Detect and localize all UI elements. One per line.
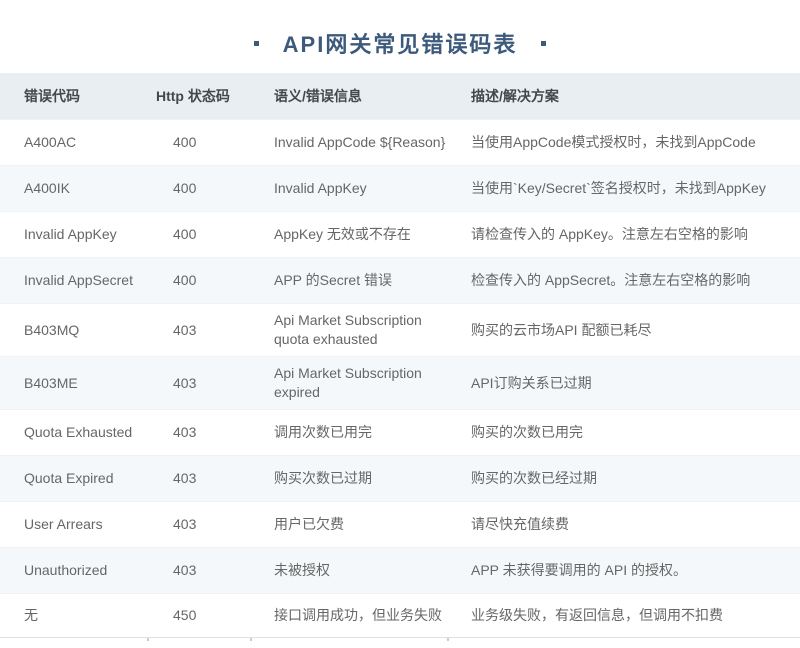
cell-message: 调用次数已用完 xyxy=(250,423,447,442)
table-row: 无 450 接口调用成功，但业务失败 业务级失败，有返回信息，但调用不扣费 xyxy=(0,593,800,638)
column-header-http-status: Http 状态码 xyxy=(147,87,250,106)
cell-message: Api Market Subscription quota exhausted xyxy=(250,311,447,349)
cell-error-code: 无 xyxy=(0,606,147,625)
cell-http-status: 400 xyxy=(147,179,250,198)
cell-error-code: A400IK xyxy=(0,179,147,198)
table-row: Unauthorized 403 未被授权 APP 未获得要调用的 API 的授… xyxy=(0,547,800,593)
cell-description: 当使用`Key/Secret`签名授权时，未找到AppKey xyxy=(447,179,800,198)
table-row: Invalid AppSecret 400 APP 的Secret 错误 检查传… xyxy=(0,257,800,303)
cell-error-code: B403MQ xyxy=(0,321,147,340)
cell-description: 购买的云市场API 配额已耗尽 xyxy=(447,321,800,340)
cell-description: 购买的次数已用完 xyxy=(447,423,800,442)
cell-error-code: A400AC xyxy=(0,133,147,152)
cell-http-status: 400 xyxy=(147,271,250,290)
error-code-table: 错误代码 Http 状态码 语义/错误信息 描述/解决方案 A400AC 400… xyxy=(0,73,800,647)
column-header-description: 描述/解决方案 xyxy=(447,87,800,106)
cell-message: AppKey 无效或不存在 xyxy=(250,225,447,244)
column-divider xyxy=(147,638,149,641)
cell-http-status: 403 xyxy=(147,469,250,488)
table-row: B403MQ 403 Api Market Subscription quota… xyxy=(0,303,800,356)
cell-description: 请检查传入的 AppKey。注意左右空格的影响 xyxy=(447,225,800,244)
cell-error-code: Quota Expired xyxy=(0,469,147,488)
cell-error-code: Quota Exhausted xyxy=(0,423,147,442)
cell-description: 当使用AppCode模式授权时，未找到AppCode xyxy=(447,133,800,152)
cell-error-code: B403ME xyxy=(0,374,147,393)
cell-description: 业务级失败，有返回信息，但调用不扣费 xyxy=(447,606,800,625)
cell-http-status: 400 xyxy=(147,133,250,152)
title-dot-right xyxy=(541,41,546,46)
cell-message: 购买次数已过期 xyxy=(250,469,447,488)
cell-error-code: User Arrears xyxy=(0,515,147,534)
column-header-message: 语义/错误信息 xyxy=(250,87,447,106)
cell-message: 未被授权 xyxy=(250,561,447,580)
page-title: API网关常见错误码表 xyxy=(283,27,518,59)
title-dot-left xyxy=(254,41,259,46)
table-row: Invalid AppKey 400 AppKey 无效或不存在 请检查传入的 … xyxy=(0,211,800,257)
cell-message: APP 的Secret 错误 xyxy=(250,271,447,290)
cell-description: API订购关系已过期 xyxy=(447,374,800,393)
table-row: B403ME 403 Api Market Subscription expir… xyxy=(0,356,800,409)
cell-http-status: 403 xyxy=(147,374,250,393)
cell-http-status: 450 xyxy=(147,606,250,625)
cell-message: 用户已欠费 xyxy=(250,515,447,534)
cell-description: 检查传入的 AppSecret。注意左右空格的影响 xyxy=(447,271,800,290)
cell-http-status: 403 xyxy=(147,561,250,580)
cell-http-status: 403 xyxy=(147,321,250,340)
page-title-bar: API网关常见错误码表 xyxy=(0,0,800,55)
column-divider xyxy=(250,638,252,641)
cell-http-status: 400 xyxy=(147,225,250,244)
table-row: A400IK 400 Invalid AppKey 当使用`Key/Secret… xyxy=(0,165,800,211)
cell-message: 接口调用成功，但业务失败 xyxy=(250,606,447,625)
cell-message: Api Market Subscription expired xyxy=(250,364,447,402)
cell-description: 请尽快充值续费 xyxy=(447,515,800,534)
table-row: Quota Expired 403 购买次数已过期 购买的次数已经过期 xyxy=(0,455,800,501)
cell-message: Invalid AppKey xyxy=(250,179,447,198)
cell-description: APP 未获得要调用的 API 的授权。 xyxy=(447,561,800,580)
cell-error-code: Invalid AppKey xyxy=(0,225,147,244)
cell-message: Invalid AppCode ${Reason} xyxy=(250,133,447,152)
table-body: A400AC 400 Invalid AppCode ${Reason} 当使用… xyxy=(0,119,800,638)
cutoff-next-row xyxy=(0,638,800,647)
table-row: Quota Exhausted 403 调用次数已用完 购买的次数已用完 xyxy=(0,409,800,455)
table-header-row: 错误代码 Http 状态码 语义/错误信息 描述/解决方案 xyxy=(0,73,800,119)
cell-http-status: 403 xyxy=(147,423,250,442)
cell-description: 购买的次数已经过期 xyxy=(447,469,800,488)
column-header-error-code: 错误代码 xyxy=(0,87,147,106)
cell-error-code: Invalid AppSecret xyxy=(0,271,147,290)
table-row: A400AC 400 Invalid AppCode ${Reason} 当使用… xyxy=(0,119,800,165)
table-row: User Arrears 403 用户已欠费 请尽快充值续费 xyxy=(0,501,800,547)
cell-error-code: Unauthorized xyxy=(0,561,147,580)
column-divider xyxy=(447,638,449,641)
cell-http-status: 403 xyxy=(147,515,250,534)
